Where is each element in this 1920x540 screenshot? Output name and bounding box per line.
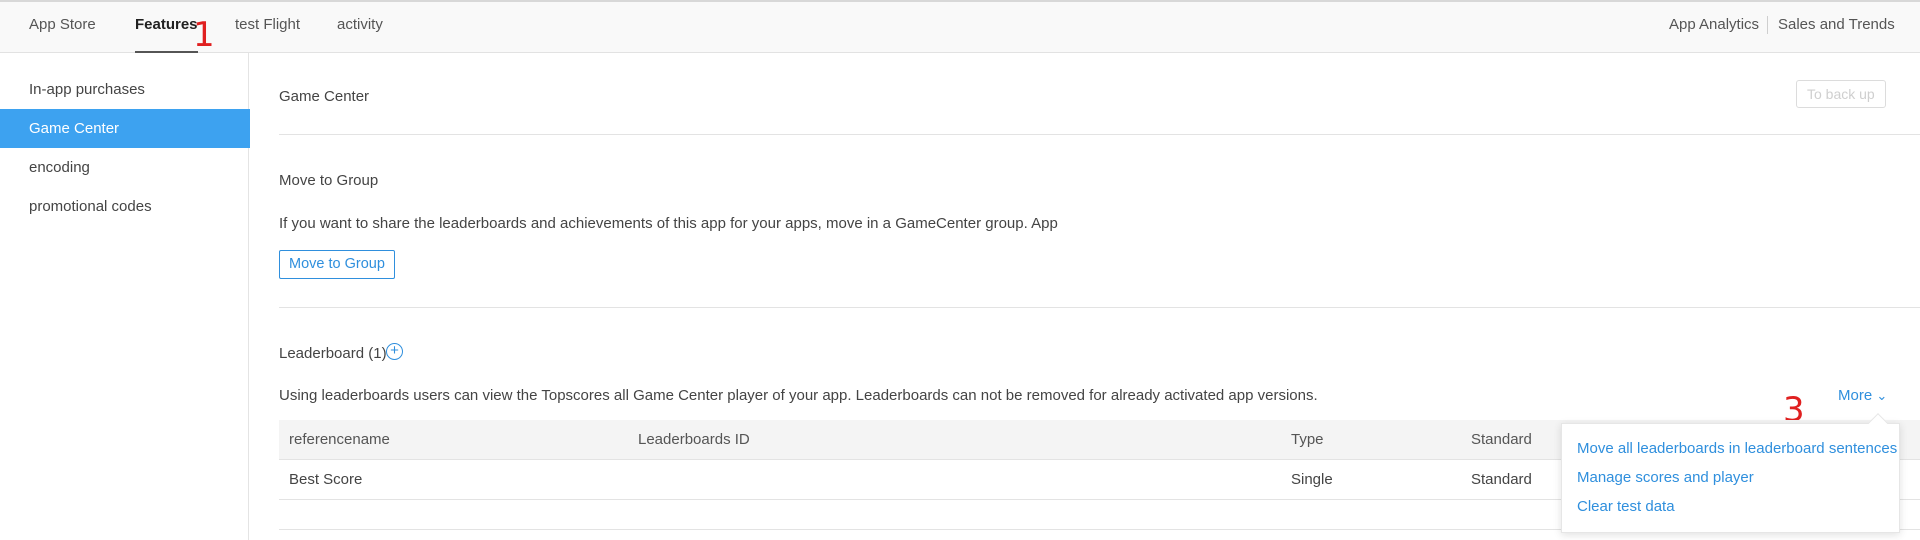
leaderboard-type-cell: Single [1291, 471, 1333, 488]
move-to-group-button[interactable]: Move to Group [279, 250, 395, 279]
tab-test-flight[interactable]: test Flight [235, 16, 300, 53]
menu-item-manage-scores[interactable]: Manage scores and player [1577, 469, 1754, 486]
back-up-button[interactable]: To back up [1796, 80, 1886, 108]
annotation-marker-1: 1 [193, 15, 215, 55]
sidebar-item-promotional-codes[interactable]: promotional codes [0, 187, 250, 226]
leaderboard-title: Leaderboard (1) [279, 345, 387, 362]
more-dropdown-menu: Move all leaderboards in leaderboard sen… [1561, 413, 1900, 533]
sidebar: In-app purchases Game Center encoding pr… [0, 53, 250, 540]
divider [279, 134, 1920, 135]
tab-app-store[interactable]: App Store [29, 16, 96, 53]
column-leaderboards-id: Leaderboards ID [638, 431, 750, 448]
tab-activity[interactable]: activity [337, 16, 383, 53]
tab-features[interactable]: Features [135, 16, 198, 53]
divider [279, 307, 1920, 308]
menu-item-move-leaderboards[interactable]: Move all leaderboards in leaderboard sen… [1577, 440, 1897, 457]
sidebar-item-encoding[interactable]: encoding [0, 148, 250, 187]
more-dropdown-button[interactable]: More ⌄ [1838, 387, 1887, 404]
app-analytics-link[interactable]: App Analytics [1669, 16, 1759, 33]
top-navigation: App Store Features test Flight activity … [0, 0, 1920, 53]
nav-divider [1767, 16, 1768, 34]
column-type: Type [1291, 431, 1324, 448]
leaderboard-name-link[interactable]: Best Score [289, 471, 362, 488]
leaderboard-description: Using leaderboards users can view the To… [279, 387, 1318, 404]
column-referencename: referencename [289, 431, 390, 448]
main-content: Game Center To back up Move to Group If … [250, 53, 1920, 540]
leaderboard-standard-cell: Standard [1471, 471, 1532, 488]
column-standard: Standard [1471, 431, 1532, 448]
move-to-group-title: Move to Group [279, 172, 379, 189]
sidebar-item-in-app-purchases[interactable]: In-app purchases [0, 70, 250, 109]
dropdown-arrow [1868, 413, 1888, 433]
menu-item-clear-test-data[interactable]: Clear test data [1577, 498, 1675, 515]
more-label[interactable]: More [1838, 387, 1872, 404]
sidebar-item-game-center[interactable]: Game Center [0, 109, 250, 148]
page-title: Game Center [279, 88, 370, 105]
sales-and-trends-link[interactable]: Sales and Trends [1778, 16, 1895, 33]
move-to-group-description: If you want to share the leaderboards an… [279, 215, 1058, 232]
chevron-down-icon[interactable]: ⌄ [1876, 388, 1887, 403]
add-leaderboard-icon[interactable]: + [386, 343, 403, 360]
